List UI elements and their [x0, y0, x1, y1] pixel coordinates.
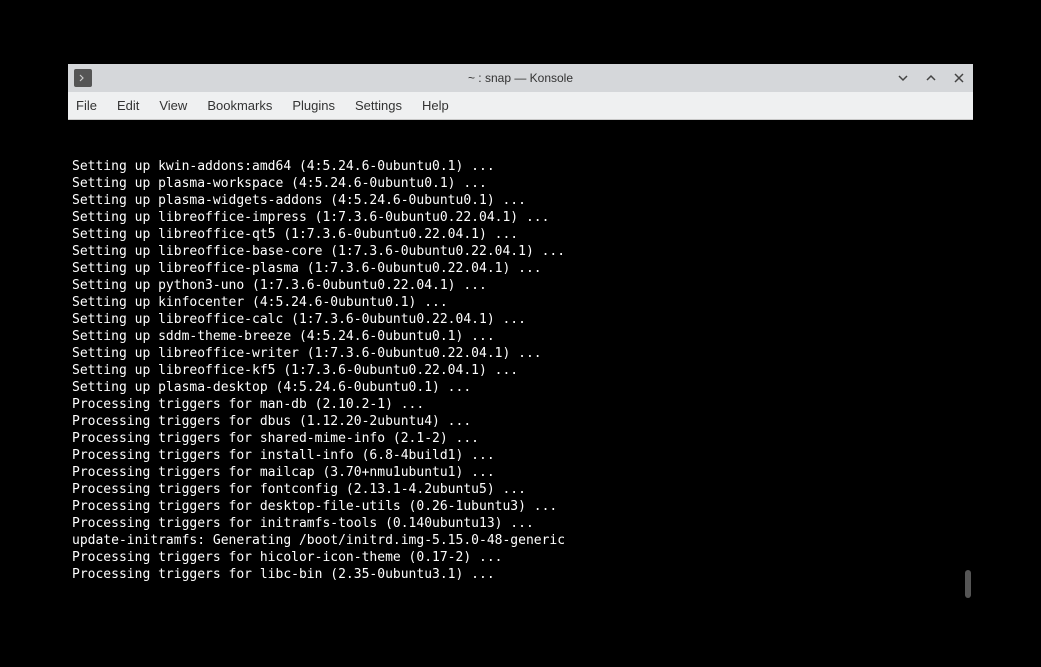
terminal-line: Processing triggers for man-db (2.10.2-1…	[72, 396, 969, 413]
terminal-line: Setting up plasma-workspace (4:5.24.6-0u…	[72, 175, 969, 192]
menu-help[interactable]: Help	[422, 98, 449, 113]
terminal-line: Processing triggers for libc-bin (2.35-0…	[72, 566, 969, 583]
menubar: File Edit View Bookmarks Plugins Setting…	[68, 92, 973, 120]
menu-plugins[interactable]: Plugins	[292, 98, 335, 113]
terminal-line: Processing triggers for initramfs-tools …	[72, 515, 969, 532]
titlebar[interactable]: ~ : snap — Konsole	[68, 64, 973, 92]
minimize-button[interactable]	[895, 70, 911, 86]
scrollbar-thumb[interactable]	[965, 570, 971, 598]
menu-view[interactable]: View	[159, 98, 187, 113]
menu-file[interactable]: File	[76, 98, 97, 113]
window-title: ~ : snap — Konsole	[468, 71, 573, 85]
terminal-output: Setting up kwin-addons:amd64 (4:5.24.6-0…	[72, 158, 969, 583]
terminal-line: Setting up libreoffice-qt5 (1:7.3.6-0ubu…	[72, 226, 969, 243]
maximize-button[interactable]	[923, 70, 939, 86]
konsole-window: ~ : snap — Konsole File Edit View Bookma…	[68, 64, 973, 604]
terminal-line: update-initramfs: Generating /boot/initr…	[72, 532, 969, 549]
app-icon	[74, 69, 92, 87]
terminal-line: Processing triggers for fontconfig (2.13…	[72, 481, 969, 498]
terminal-line: Setting up libreoffice-kf5 (1:7.3.6-0ubu…	[72, 362, 969, 379]
terminal-line: Processing triggers for shared-mime-info…	[72, 430, 969, 447]
terminal-line: Processing triggers for dbus (1.12.20-2u…	[72, 413, 969, 430]
terminal-line: Setting up libreoffice-base-core (1:7.3.…	[72, 243, 969, 260]
terminal-line: Setting up sddm-theme-breeze (4:5.24.6-0…	[72, 328, 969, 345]
terminal-viewport[interactable]: Setting up kwin-addons:amd64 (4:5.24.6-0…	[68, 120, 973, 604]
terminal-line: Setting up kinfocenter (4:5.24.6-0ubuntu…	[72, 294, 969, 311]
menu-settings[interactable]: Settings	[355, 98, 402, 113]
window-controls	[895, 70, 967, 86]
terminal-line: Setting up plasma-widgets-addons (4:5.24…	[72, 192, 969, 209]
terminal-line: Processing triggers for hicolor-icon-the…	[72, 549, 969, 566]
terminal-line: Setting up libreoffice-plasma (1:7.3.6-0…	[72, 260, 969, 277]
close-button[interactable]	[951, 70, 967, 86]
terminal-line: Setting up libreoffice-impress (1:7.3.6-…	[72, 209, 969, 226]
terminal-line: Processing triggers for install-info (6.…	[72, 447, 969, 464]
terminal-line: Processing triggers for mailcap (3.70+nm…	[72, 464, 969, 481]
terminal-line: Setting up kwin-addons:amd64 (4:5.24.6-0…	[72, 158, 969, 175]
terminal-line: Setting up libreoffice-writer (1:7.3.6-0…	[72, 345, 969, 362]
terminal-line: Setting up libreoffice-calc (1:7.3.6-0ub…	[72, 311, 969, 328]
menu-edit[interactable]: Edit	[117, 98, 139, 113]
terminal-scrollbar[interactable]	[963, 120, 971, 604]
terminal-line: Processing triggers for desktop-file-uti…	[72, 498, 969, 515]
menu-bookmarks[interactable]: Bookmarks	[207, 98, 272, 113]
terminal-line: Setting up plasma-desktop (4:5.24.6-0ubu…	[72, 379, 969, 396]
terminal-line: Setting up python3-uno (1:7.3.6-0ubuntu0…	[72, 277, 969, 294]
